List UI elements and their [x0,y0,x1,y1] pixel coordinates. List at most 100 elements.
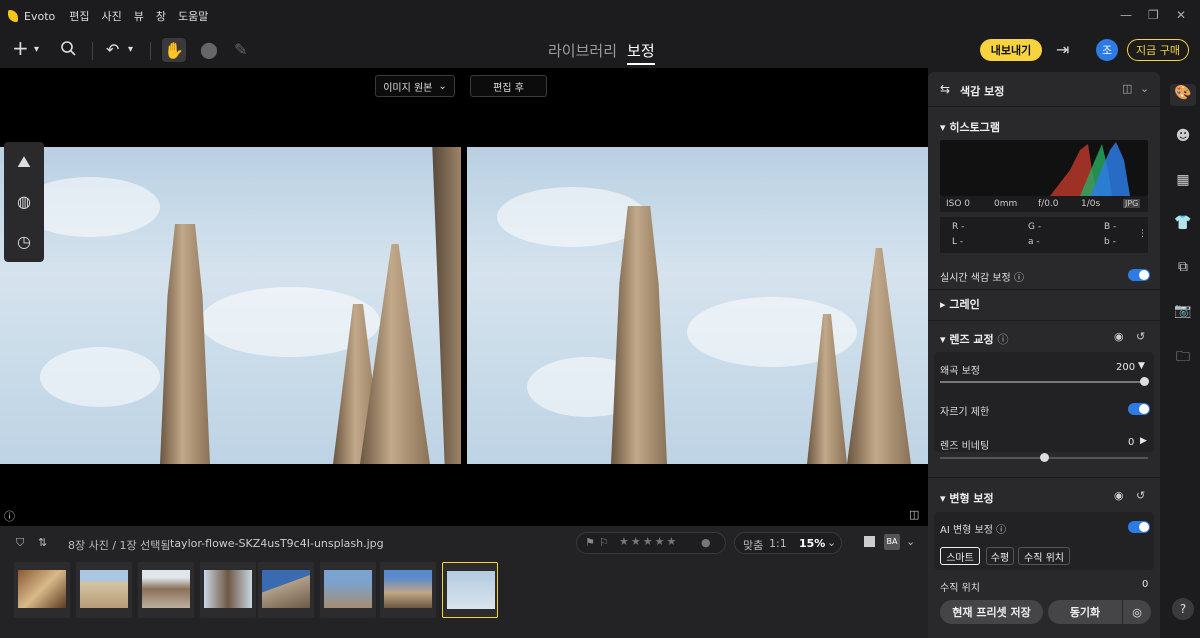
vignette-value[interactable]: 0 [1128,437,1134,448]
crop-icon[interactable]: ⧉ [1173,259,1193,279]
portrait-adjust-icon[interactable]: ⛰ [14,152,34,172]
chip-smart[interactable]: 스마트 [940,547,980,565]
folder-settings-icon[interactable]: 🗀 [1173,346,1193,366]
save-preset-button[interactable]: 현재 프리셋 저장 [940,600,1043,624]
add-icon[interactable]: + [12,36,29,60]
view-mode-select[interactable]: 이미지 원본 ⌄ [375,75,455,97]
crop-limit-label: 자르기 제한 [940,407,990,418]
vignette-knob[interactable] [1040,453,1049,462]
eye-icon[interactable]: ◉ [1114,330,1124,343]
filmstrip-thumb[interactable] [14,562,70,618]
texture-icon[interactable]: ◍ [14,192,34,212]
face-icon[interactable]: ☻ [1173,128,1193,148]
more-icon[interactable]: ⋮ [1138,229,1147,239]
sync-button[interactable]: 동기화 [1048,600,1122,624]
grain-header[interactable]: ▸ 그레인 [940,296,980,312]
layout-icon[interactable]: ◫ [1122,82,1132,95]
tab-edit[interactable]: 보정 [627,40,655,65]
camera-icon[interactable]: 📷 [1173,303,1193,323]
clothing-icon[interactable]: 👕 [1173,215,1193,235]
palette-icon[interactable]: 🎨 [1173,85,1193,105]
close-icon[interactable]: ✕ [1176,8,1186,22]
menu-window[interactable]: 창 [156,8,166,24]
undo-menu-chevron-icon[interactable]: ▾ [128,44,133,55]
filmstrip-thumb[interactable] [200,562,256,618]
tab-library[interactable]: 라이브러리 [548,40,617,65]
history-icon[interactable]: ◷ [14,232,34,252]
compare-icon[interactable]: ◫ [909,508,919,521]
brush-tool-icon[interactable]: ⬤ [200,40,218,59]
sync-settings-icon[interactable]: ◎ [1123,600,1151,624]
reject-flag-icon[interactable]: ⚐ [599,536,609,549]
menu-edit[interactable]: 편집 [69,8,89,24]
flag-icon[interactable]: ⚑ [585,536,595,549]
menu-help[interactable]: 도움말 [178,8,208,24]
vertical-position-value[interactable]: 0 [1142,579,1148,590]
lens-label: 렌즈 교정 [949,333,994,346]
healing-tool-icon[interactable]: ✎ [234,40,247,59]
ai-transform-toggle[interactable] [1128,521,1150,533]
zoom-level[interactable]: 15% [799,537,825,550]
help-icon[interactable]: ⓘ [1014,273,1024,284]
help-icon[interactable]: ⓘ [998,333,1009,346]
grid-view-icon[interactable] [864,536,875,547]
histogram-header[interactable]: ▾ 히스토그램 [940,119,1000,135]
help-icon[interactable]: ⓘ [996,525,1006,536]
filmstrip-thumb[interactable] [138,562,194,618]
minimize-icon[interactable]: — [1120,8,1132,22]
photo-count: 8장 사진 / 1장 선택됨 [68,539,171,552]
star-rating[interactable]: ★★★★★ [619,535,678,548]
after-image [467,147,928,464]
help-circle-icon[interactable]: ? [1172,598,1194,620]
chevron-down-icon[interactable]: ▾ [34,44,39,55]
avatar[interactable]: 조 [1096,39,1118,61]
image-canvas[interactable]: 이미지 원본 ⌄ 편집 후 ⛰ ◍ ◷ ⓘ ◫ [0,68,928,526]
after-edit-label[interactable]: 편집 후 [470,75,547,97]
distortion-value[interactable]: 200 [1116,362,1135,373]
hand-tool-icon[interactable]: ✋ [162,38,186,62]
chevron-down-icon[interactable]: ⌄ [1140,82,1149,95]
filmstrip-thumb[interactable] [258,562,314,618]
background-icon[interactable]: ▦ [1173,172,1193,192]
filmstrip-thumb-selected[interactable] [442,562,498,618]
crop-limit-toggle[interactable] [1128,403,1150,415]
color-label-icon[interactable]: ● [701,536,711,549]
caret-down-icon[interactable]: ▼ [1138,361,1145,371]
chevron-down-icon[interactable]: ⌄ [827,536,836,549]
filmstrip-thumb[interactable] [76,562,132,618]
distortion-knob[interactable] [1140,377,1149,386]
readout-lab-b: b - [1104,237,1116,247]
filter-icon[interactable]: ⛉ [16,536,24,550]
chip-level[interactable]: 수평 [986,547,1014,565]
filmstrip-thumb[interactable] [380,562,436,618]
exif-shutter: 1/0s [1081,199,1101,209]
one-to-one-button[interactable]: 1:1 [769,537,787,550]
chip-vertical[interactable]: 수직 위치 [1018,547,1070,565]
transform-header[interactable]: ▾ 변형 보정 [940,490,994,506]
filmstrip-thumb[interactable] [320,562,376,618]
readout-r: R - [952,222,965,232]
panel-toggle-icon[interactable]: ⇥ [1056,40,1069,59]
reset-icon[interactable]: ↺ [1136,330,1145,343]
info-icon[interactable]: ⓘ [4,508,15,524]
export-button[interactable]: 내보내기 [980,39,1042,61]
sort-icon[interactable]: ⇅ [38,536,47,549]
distortion-slider[interactable] [940,381,1148,383]
chevron-down-icon[interactable]: ⌄ [906,535,915,548]
eye-icon[interactable]: ◉ [1114,489,1124,502]
lens-header[interactable]: ▾ 렌즈 교정 ⓘ [940,331,1009,347]
undo-icon[interactable]: ↶ [106,40,119,59]
caret-right-icon[interactable]: ▶ [1140,436,1147,446]
buy-now-button[interactable]: 지금 구매 [1127,39,1189,61]
fit-button[interactable]: 맞춤 [743,537,763,553]
left-tool-panel: ⛰ ◍ ◷ [4,142,44,262]
restore-icon[interactable]: ❐ [1148,8,1159,22]
before-image [0,147,461,464]
realtime-toggle[interactable] [1128,269,1150,281]
menu-photo[interactable]: 사진 [101,8,121,24]
exif-focal: 0mm [994,199,1018,209]
reset-icon[interactable]: ↺ [1136,489,1145,502]
menu-view[interactable]: 뷰 [134,8,144,24]
search-icon[interactable] [60,40,76,60]
before-after-icon[interactable]: BA [884,534,900,550]
